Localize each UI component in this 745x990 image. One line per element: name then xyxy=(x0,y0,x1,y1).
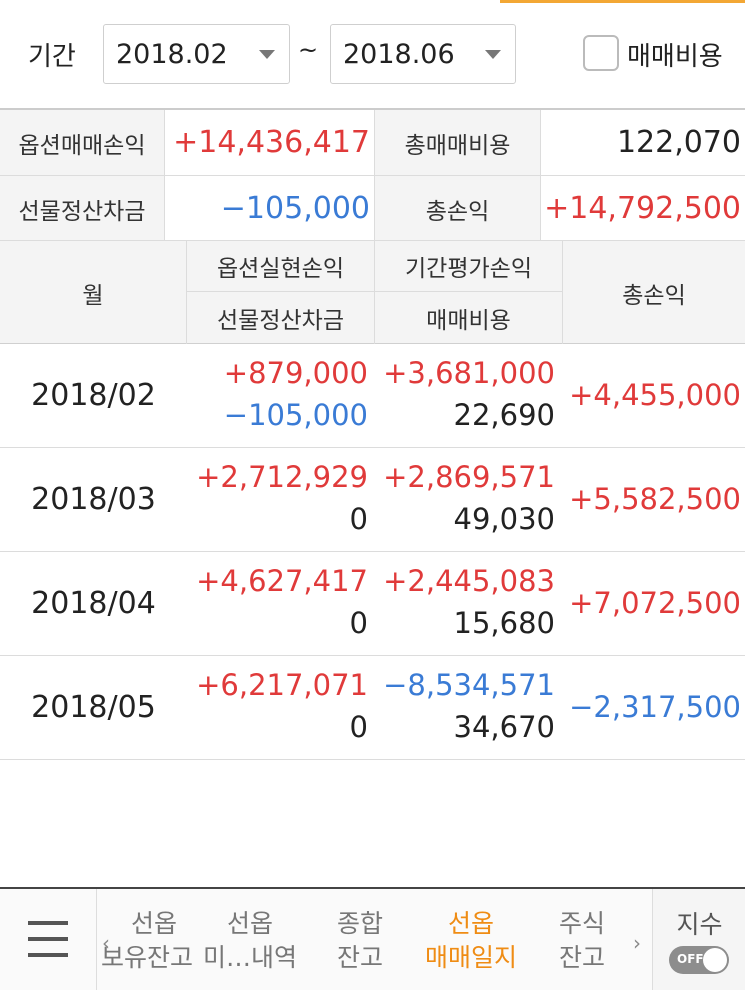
list-header: 월 옵션실현손익 선물정산차금 기간평가손익 매매비용 총손익 xyxy=(0,240,745,344)
futures-settle-label: 선물정산차금 xyxy=(0,176,165,241)
dropdown-caret-icon xyxy=(259,50,275,59)
end-month-select[interactable]: 2018.06 xyxy=(330,24,516,84)
tab-line1: 선옵 xyxy=(130,909,177,938)
monthly-list: 2018/02 +879,000 −105,000 +3,681,000 22,… xyxy=(0,344,745,760)
header-fee: 매매비용 xyxy=(375,292,563,344)
tab-line2: 잔고 xyxy=(558,943,605,972)
summary-row: 옵션매매손익 +14,436,417 총매매비용 122,070 xyxy=(0,110,745,176)
tab-line2: 미…내역 xyxy=(202,943,297,972)
tab-line1: 선옵 xyxy=(226,909,273,938)
row-fee: 15,680 xyxy=(453,606,555,640)
start-month-select[interactable]: 2018.02 xyxy=(103,24,290,84)
tab-stock-balance[interactable]: 주식 잔고 xyxy=(534,907,630,975)
row-total: +5,582,500 xyxy=(569,482,741,516)
dropdown-caret-icon xyxy=(485,50,501,59)
row-option-realized: +2,712,929 xyxy=(196,460,368,494)
start-month-value: 2018.02 xyxy=(116,39,228,70)
scroll-right-icon[interactable]: › xyxy=(633,931,641,955)
table-row[interactable]: 2018/04 +4,627,417 0 +2,445,083 15,680 +… xyxy=(0,552,745,656)
header-option-realized: 옵션실현손익 xyxy=(187,241,375,292)
table-row[interactable]: 2018/03 +2,712,929 0 +2,869,571 49,030 +… xyxy=(0,448,745,552)
futures-settle-value: −105,000 xyxy=(165,176,375,241)
row-futures-settle: 0 xyxy=(349,502,368,536)
row-fee: 49,030 xyxy=(453,502,555,536)
tab-options-unfilled[interactable]: 선옵 미…내역 xyxy=(200,907,300,975)
table-row[interactable]: 2018/02 +879,000 −105,000 +3,681,000 22,… xyxy=(0,344,745,448)
table-row[interactable]: 2018/05 +6,217,071 0 −8,534,571 34,670 −… xyxy=(0,656,745,760)
header-total: 총손익 xyxy=(622,282,686,309)
row-period-eval: +2,869,571 xyxy=(383,460,555,494)
total-fee-value: 122,070 xyxy=(616,125,741,160)
tab-line1: 선옵 xyxy=(447,909,494,938)
row-option-realized: +879,000 xyxy=(223,356,368,390)
option-pnl-value: +14,436,417 xyxy=(165,110,375,175)
total-fee-label: 총매매비용 xyxy=(375,110,541,175)
row-total: +7,072,500 xyxy=(569,586,741,620)
tab-options-trade-journal[interactable]: 선옵 매매일지 xyxy=(416,907,526,975)
index-toggle-switch[interactable]: OFF xyxy=(669,946,729,974)
summary-row: 선물정산차금 −105,000 총손익 +14,792,500 xyxy=(0,176,745,242)
index-label: 지수 xyxy=(676,910,723,939)
tab-line2: 잔고 xyxy=(336,943,383,972)
row-total: +4,455,000 xyxy=(569,378,741,412)
fee-checkbox[interactable] xyxy=(583,35,619,71)
row-period-eval: −8,534,571 xyxy=(383,668,555,702)
header-futures-settle: 선물정산차금 xyxy=(187,292,375,344)
summary-table: 옵션매매손익 +14,436,417 총매매비용 122,070 선물정산차금 … xyxy=(0,108,745,242)
period-label: 기간 xyxy=(28,42,76,72)
header-period-eval: 기간평가손익 xyxy=(375,241,563,292)
row-month: 2018/04 xyxy=(31,586,156,621)
tab-line1: 종합 xyxy=(336,909,383,938)
row-futures-settle: −105,000 xyxy=(223,398,368,432)
row-period-eval: +2,445,083 xyxy=(383,564,555,598)
row-month: 2018/03 xyxy=(31,482,156,517)
row-total: −2,317,500 xyxy=(569,690,741,724)
row-fee: 22,690 xyxy=(453,398,555,432)
option-pnl-label: 옵션매매손익 xyxy=(0,110,165,175)
tab-line2: 매매일지 xyxy=(424,943,517,972)
row-fee: 34,670 xyxy=(453,710,555,744)
row-option-realized: +4,627,417 xyxy=(196,564,368,598)
hamburger-menu-icon[interactable] xyxy=(0,889,97,990)
row-month: 2018/05 xyxy=(31,690,156,725)
tab-options-positions[interactable]: 선옵 보유잔고 xyxy=(97,907,193,975)
fee-checkbox-label[interactable]: 매매비용 xyxy=(627,36,723,73)
index-toggle-panel: 지수 OFF xyxy=(652,889,745,990)
total-pnl-label: 총손익 xyxy=(375,176,541,241)
row-option-realized: +6,217,071 xyxy=(196,668,368,702)
row-futures-settle: 0 xyxy=(349,710,368,744)
tab-line1: 주식 xyxy=(558,909,605,938)
tab-line2: 보유잔고 xyxy=(100,943,193,972)
end-month-value: 2018.06 xyxy=(343,39,455,70)
menu-bar xyxy=(28,953,68,957)
tab-total-balance[interactable]: 종합 잔고 xyxy=(312,907,408,975)
menu-bar xyxy=(28,937,68,941)
period-separator: ~ xyxy=(298,36,319,64)
row-futures-settle: 0 xyxy=(349,606,368,640)
header-month: 월 xyxy=(0,241,187,344)
filter-bar: 기간 2018.02 ~ 2018.06 매매비용 xyxy=(0,0,745,108)
toggle-knob xyxy=(703,948,727,972)
menu-bar xyxy=(28,921,68,925)
toggle-state-label: OFF xyxy=(677,952,704,966)
total-pnl-value: +14,792,500 xyxy=(544,191,741,226)
row-month: 2018/02 xyxy=(31,378,156,413)
row-period-eval: +3,681,000 xyxy=(383,356,555,390)
bottom-nav: ‹ 선옵 보유잔고 선옵 미…내역 종합 잔고 선옵 매매일지 주식 잔고 › … xyxy=(0,887,745,990)
